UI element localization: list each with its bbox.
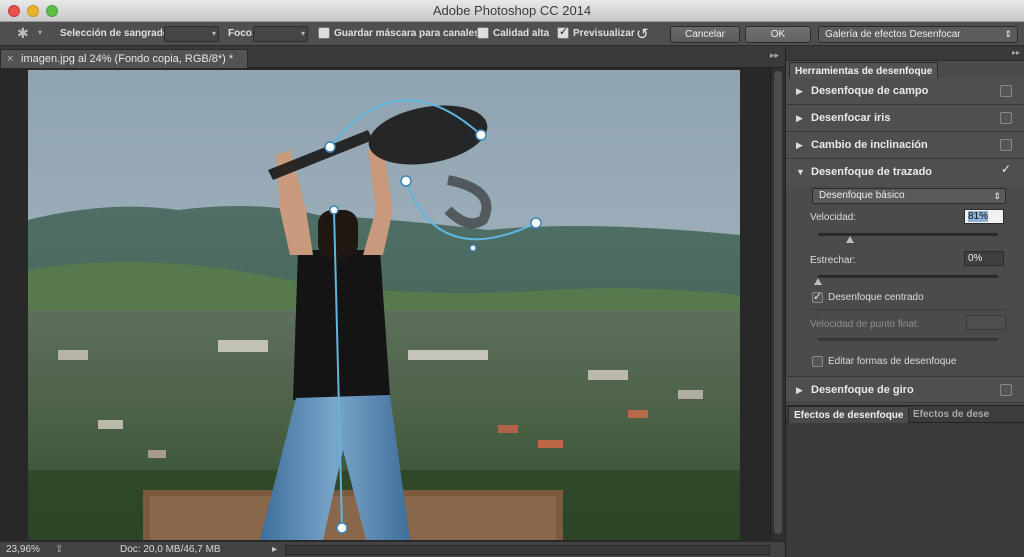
section-tilt-shift[interactable]: ▶ Cambio de inclinación xyxy=(786,132,1024,159)
endpoint-speed-slider xyxy=(818,338,998,341)
expand-triangle-icon[interactable]: ▶ xyxy=(796,140,803,151)
reset-pins-icon[interactable]: ↺ xyxy=(636,25,649,43)
blur-tools-panel: ▸▸ Herramientas de desenfoque ▶ Desenfoq… xyxy=(785,47,1024,557)
centered-blur-checkbox[interactable] xyxy=(812,290,823,303)
iris-blur-checkbox[interactable] xyxy=(1000,112,1012,124)
section-label: Desenfoque de giro xyxy=(811,384,914,396)
bleed-selection-label: Selección de sangrado: xyxy=(60,28,173,39)
section-spin-blur[interactable]: ▶ Desenfoque de giro xyxy=(786,376,1024,403)
minimize-window-icon[interactable] xyxy=(27,5,39,17)
blur-effects-panel-body xyxy=(786,423,1024,557)
document-tab-bar: × imagen.jpg al 24% (Fondo copia, RGB/8*… xyxy=(0,47,785,68)
horizontal-scrollbar[interactable] xyxy=(285,545,770,555)
taper-input[interactable]: 0% xyxy=(964,251,1004,266)
section-label: Cambio de inclinación xyxy=(811,139,928,151)
focus-field[interactable]: ▾ xyxy=(253,26,308,42)
status-menu-arrow-icon[interactable]: ▸ xyxy=(272,544,277,555)
options-bar: ✱ ▾ Selección de sangrado: ▾ Foco: ▾ Gua… xyxy=(0,22,1024,46)
field-blur-checkbox[interactable] xyxy=(1000,85,1012,97)
tab-blur-effects[interactable]: Efectos de desenfoque xyxy=(788,406,910,423)
photo-scene xyxy=(28,70,740,540)
chevron-down-icon: ▾ xyxy=(300,29,305,38)
vertical-scrollbar[interactable] xyxy=(770,68,785,541)
cancel-button[interactable]: Cancelar xyxy=(670,26,740,43)
select-arrows-icon: ⇕ xyxy=(1004,29,1012,39)
bench-pattern xyxy=(150,496,556,540)
status-bar: 23,96% ⇪ Doc: 20,0 MB/46,7 MB ▸ xyxy=(0,541,785,557)
section-path-blur[interactable]: ▼ Desenfoque de trazado xyxy=(786,159,1024,186)
spin-blur-checkbox[interactable] xyxy=(1000,384,1012,396)
high-quality-checkbox[interactable] xyxy=(477,27,489,39)
close-tab-icon[interactable]: × xyxy=(7,50,13,68)
preview-label: Previsualizar xyxy=(573,28,635,39)
document-image[interactable] xyxy=(28,70,740,540)
window-titlebar: Adobe Photoshop CC 2014 xyxy=(0,0,1024,22)
chevron-down-icon: ▾ xyxy=(211,29,216,38)
doc-size: Doc: 20,0 MB/46,7 MB xyxy=(120,544,221,555)
tab-blur-tools[interactable]: Herramientas de desenfoque xyxy=(789,62,939,79)
path-blur-mode-select[interactable]: Desenfoque básico ⇕ xyxy=(812,188,1006,204)
section-label: Desenfoque de campo xyxy=(811,85,929,97)
section-iris-blur[interactable]: ▶ Desenfocar iris xyxy=(786,105,1024,132)
scrollbar-thumb[interactable] xyxy=(774,71,782,534)
section-label: Desenfoque de trazado xyxy=(811,166,933,178)
speed-value: 81% xyxy=(968,211,989,222)
endpoint-speed-label: Velocidad de punto final: xyxy=(810,319,919,330)
pin-tool-icon[interactable]: ✱ xyxy=(17,25,29,42)
edit-shapes-label: Editar formas de desenfoque xyxy=(828,356,957,367)
tool-preset-chevron-icon[interactable]: ▾ xyxy=(38,28,42,37)
speed-input[interactable]: 81% xyxy=(964,209,1004,224)
endpoint-speed-input xyxy=(966,315,1006,330)
blur-effects-tabbar: Efectos de desenfoque Efectos de dese xyxy=(786,405,1024,423)
high-quality-label: Calidad alta xyxy=(493,28,550,39)
select-arrows-icon: ⇕ xyxy=(993,191,1001,201)
focus-label: Foco: xyxy=(228,28,256,39)
ok-button[interactable]: OK xyxy=(745,26,811,43)
taper-label: Estrechar: xyxy=(810,255,856,266)
path-blur-checkbox[interactable] xyxy=(1000,162,1012,178)
speed-label: Velocidad: xyxy=(810,212,857,223)
taper-value: 0% xyxy=(968,253,983,264)
taper-slider[interactable] xyxy=(818,275,998,278)
panel-collapse-icon[interactable]: ▸▸ xyxy=(770,50,779,61)
expand-triangle-icon[interactable]: ▶ xyxy=(796,113,803,124)
document-tab[interactable]: × imagen.jpg al 24% (Fondo copia, RGB/8*… xyxy=(0,49,248,68)
tilt-shift-checkbox[interactable] xyxy=(1000,139,1012,151)
bleed-selection-field[interactable]: ▾ xyxy=(164,26,219,42)
zoom-level[interactable]: 23,96% xyxy=(6,544,40,555)
expand-triangle-icon[interactable]: ▶ xyxy=(796,385,803,396)
centered-blur-label: Desenfoque centrado xyxy=(828,292,924,303)
divider xyxy=(812,309,1006,310)
taper-slider-thumb[interactable] xyxy=(814,278,822,285)
expand-triangle-icon[interactable]: ▶ xyxy=(796,86,803,97)
blur-gallery-select[interactable]: Galería de efectos Desenfocar ⇕ xyxy=(818,26,1018,43)
export-icon[interactable]: ⇪ xyxy=(55,544,63,555)
path-blur-mode-value: Desenfoque básico xyxy=(819,190,905,201)
save-mask-checkbox[interactable] xyxy=(318,27,330,39)
collapse-triangle-icon[interactable]: ▼ xyxy=(796,167,805,177)
app-title: Adobe Photoshop CC 2014 xyxy=(432,3,592,18)
document-tab-title: imagen.jpg al 24% (Fondo copia, RGB/8*) … xyxy=(21,53,234,65)
speed-slider-thumb[interactable] xyxy=(846,236,855,243)
panel-collapse-icon[interactable]: ▸▸ xyxy=(1012,48,1020,57)
speed-slider[interactable] xyxy=(818,233,998,236)
panel-header-strip: ▸▸ xyxy=(786,47,1024,61)
preview-checkbox[interactable] xyxy=(557,25,569,39)
blur-gallery-select-value: Galería de efectos Desenfocar xyxy=(825,29,961,40)
section-field-blur[interactable]: ▶ Desenfoque de campo xyxy=(786,78,1024,105)
section-label: Desenfocar iris xyxy=(811,112,891,124)
edit-shapes-checkbox[interactable] xyxy=(812,356,823,367)
close-window-icon[interactable] xyxy=(8,5,20,17)
save-mask-label: Guardar máscara para canales xyxy=(334,28,480,39)
maximize-window-icon[interactable] xyxy=(46,5,58,17)
tab-blur-effects-2[interactable]: Efectos de dese xyxy=(908,406,994,423)
